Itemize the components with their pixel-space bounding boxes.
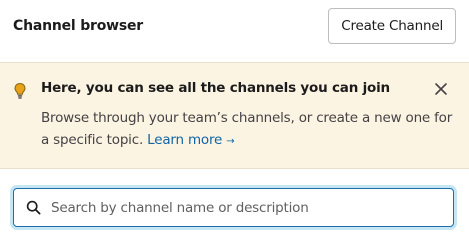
info-banner: Here, you can see all the channels you c… <box>0 62 469 169</box>
arrow-right-icon: → <box>226 136 235 147</box>
learn-more-label: Learn more <box>147 132 223 148</box>
banner-body-text: Browse through your team’s channels, or … <box>41 110 453 148</box>
lightbulb-icon <box>14 82 26 99</box>
banner-description: Browse through your team’s channels, or … <box>41 107 461 153</box>
channel-browser-header: Channel browser Create Channel <box>0 0 469 52</box>
banner-heading: Here, you can see all the channels you c… <box>41 80 390 96</box>
create-channel-button[interactable]: Create Channel <box>328 8 456 44</box>
learn-more-link[interactable]: Learn more → <box>147 132 234 148</box>
search-input[interactable] <box>51 197 446 219</box>
search-box[interactable] <box>13 188 454 227</box>
search-icon <box>26 200 41 215</box>
close-icon[interactable] <box>434 82 448 96</box>
page-title: Channel browser <box>13 18 144 34</box>
